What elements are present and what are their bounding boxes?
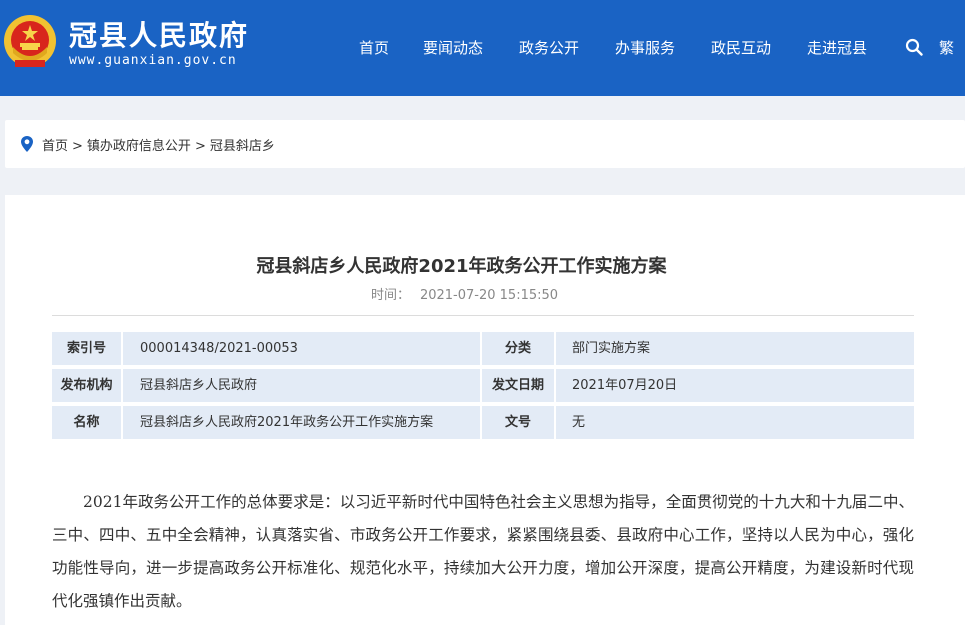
metadata-table: 索引号 000014348/2021-00053 分类 部门实施方案 发布机构 … — [52, 332, 914, 443]
nav-home[interactable]: 首页 — [359, 37, 389, 58]
national-emblem-icon[interactable] — [3, 13, 57, 71]
publish-time: 时间： 2021-07-20 15:15:50 — [5, 284, 924, 303]
publish-time-value: 2021-07-20 15:15:50 — [419, 288, 559, 303]
nav-about[interactable]: 走进冠县 — [807, 37, 867, 58]
nav-gov-affairs[interactable]: 政务公开 — [519, 37, 579, 58]
article-panel: 冠县斜店乡人民政府2021年政务公开工作实施方案 时间： 2021-07-20 1… — [5, 195, 965, 625]
breadcrumb-items: 首页 > 镇办政府信息公开 > 冠县斜店乡 — [42, 135, 275, 154]
nav-news[interactable]: 要闻动态 — [423, 37, 483, 58]
meta-value: 冠县斜店乡人民政府2021年政务公开工作实施方案 — [123, 406, 480, 439]
meta-key: 分类 — [482, 332, 554, 365]
site-header: 冠县人民政府 www.guanxian.gov.cn 首页 要闻动态 政务公开 … — [0, 0, 965, 96]
meta-key: 文号 — [482, 406, 554, 439]
meta-value: 部门实施方案 — [556, 332, 914, 365]
article-title: 冠县斜店乡人民政府2021年政务公开工作实施方案 — [256, 256, 667, 277]
breadcrumb-separator: > — [194, 139, 206, 154]
article-paragraph: 2021年政务公开工作的总体要求是：以习近平新时代中国特色社会主义思想为指导，全… — [52, 493, 914, 610]
title-divider — [52, 315, 914, 316]
meta-value: 000014348/2021-00053 — [123, 332, 480, 365]
search-icon[interactable] — [905, 38, 923, 56]
meta-key: 发布机构 — [52, 369, 121, 402]
meta-value: 无 — [556, 406, 914, 439]
breadcrumb: 首页 > 镇办政府信息公开 > 冠县斜店乡 — [5, 120, 965, 168]
breadcrumb-xiedian[interactable]: 冠县斜店乡 — [210, 139, 275, 154]
breadcrumb-separator: > — [72, 139, 83, 154]
nav-services[interactable]: 办事服务 — [615, 37, 675, 58]
location-pin-icon — [21, 136, 33, 152]
metadata-row: 发布机构 冠县斜店乡人民政府 发文日期 2021年07月20日 — [52, 369, 914, 406]
nav-interaction[interactable]: 政民互动 — [711, 37, 771, 58]
site-name[interactable]: 冠县人民政府 — [69, 20, 249, 52]
meta-value: 2021年07月20日 — [556, 369, 914, 402]
traditional-chinese-toggle[interactable]: 繁 — [939, 37, 954, 58]
meta-key: 名称 — [52, 406, 121, 439]
metadata-row: 索引号 000014348/2021-00053 分类 部门实施方案 — [52, 332, 914, 369]
site-url: www.guanxian.gov.cn — [69, 53, 237, 68]
breadcrumb-home[interactable]: 首页 — [42, 139, 68, 154]
breadcrumb-town-gov-info[interactable]: 镇办政府信息公开 — [87, 139, 191, 154]
meta-key: 索引号 — [52, 332, 121, 365]
article-body: 2021年政务公开工作的总体要求是：以习近平新时代中国特色社会主义思想为指导，全… — [52, 486, 914, 618]
metadata-row: 名称 冠县斜店乡人民政府2021年政务公开工作实施方案 文号 无 — [52, 406, 914, 443]
meta-key: 发文日期 — [482, 369, 554, 402]
meta-value: 冠县斜店乡人民政府 — [123, 369, 480, 402]
publish-time-label: 时间： — [370, 288, 410, 303]
